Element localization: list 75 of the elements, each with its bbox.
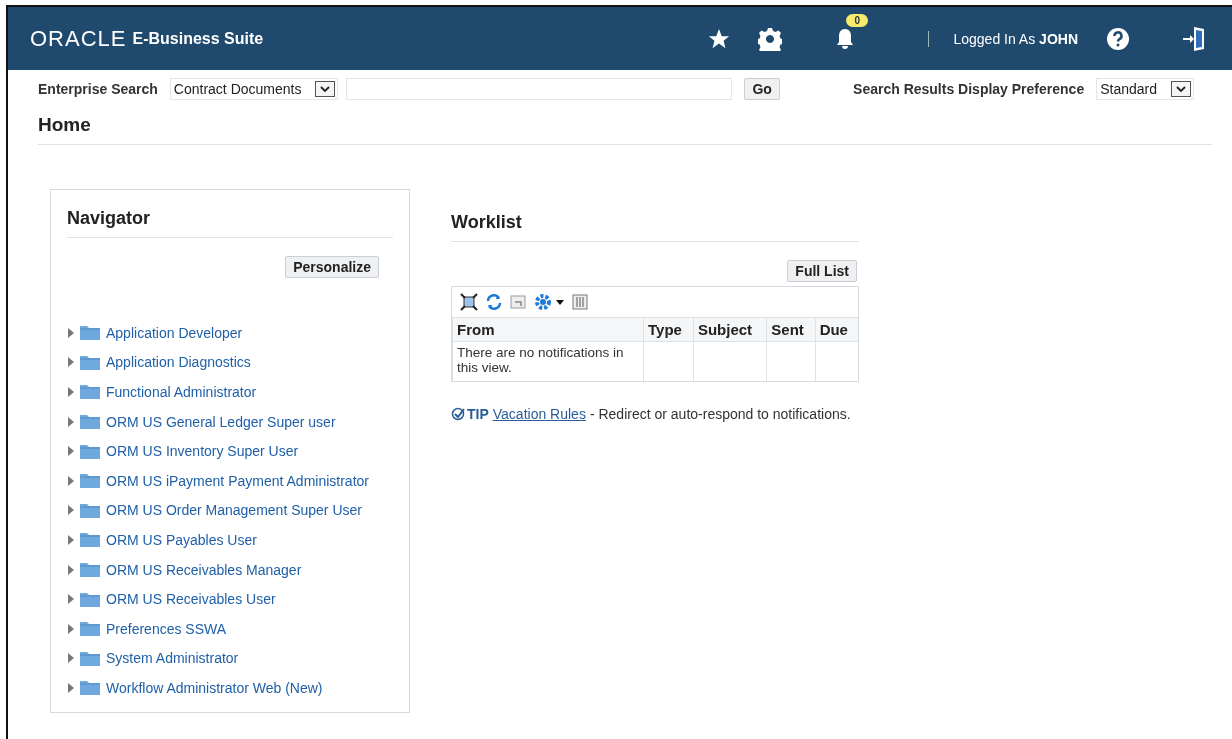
expand-icon[interactable]	[67, 564, 75, 575]
notification-count: 0	[846, 13, 868, 27]
preference-label: Search Results Display Preference	[853, 81, 1085, 97]
column-header: From	[452, 317, 644, 342]
expand-icon[interactable]	[67, 682, 75, 693]
folder-icon	[80, 532, 100, 548]
logo-text: ORACLE	[30, 25, 127, 52]
expand-icon[interactable]	[67, 327, 75, 338]
navigator-link[interactable]: ORM US Receivables Manager	[106, 561, 302, 578]
check-icon	[451, 407, 465, 421]
expand-icon[interactable]	[67, 594, 75, 605]
column-header: Type	[643, 317, 694, 342]
navigator-link[interactable]: Functional Administrator	[106, 384, 257, 400]
expand-icon[interactable]	[67, 446, 75, 457]
expand-icon[interactable]	[67, 357, 75, 368]
go-button[interactable]: Go	[744, 78, 780, 100]
folder-icon	[80, 384, 100, 400]
expand-icon[interactable]	[67, 534, 75, 545]
settings-icon[interactable]	[758, 26, 783, 51]
navigator-link[interactable]: ORM US iPayment Payment Administrator	[106, 472, 369, 489]
expand-icon[interactable]	[67, 475, 75, 486]
expand-icon[interactable]	[67, 623, 75, 634]
search-label: Enterprise Search	[38, 81, 158, 97]
expand-icon[interactable]	[67, 387, 75, 397]
navigator-link[interactable]: ORM US Inventory Super User	[106, 443, 299, 460]
folder-icon	[80, 680, 100, 696]
navigator-link[interactable]: Preferences SSWA	[106, 620, 227, 637]
logout-icon[interactable]	[1182, 25, 1206, 52]
search-field[interactable]	[346, 78, 733, 100]
column-header: Due	[815, 317, 858, 342]
navigator-link[interactable]: ORM US Order Management Super User	[106, 502, 362, 519]
product-name: E-Business Suite	[132, 29, 264, 48]
navigator-link[interactable]: Application Developer	[106, 324, 243, 341]
panel-title: Worklist	[451, 212, 859, 242]
navigator-link[interactable]: ORM US Receivables User	[106, 591, 276, 608]
detach-icon[interactable]	[460, 293, 478, 311]
folder-icon	[80, 591, 100, 607]
folder-icon	[80, 414, 100, 430]
folder-icon	[80, 621, 100, 637]
navigator-link[interactable]: Workflow Administrator Web (New)	[106, 679, 323, 696]
preference-dropdown[interactable]: Standard	[1096, 78, 1194, 100]
folder-icon	[80, 354, 100, 370]
navigator-link[interactable]: ORM US General Ledger Super user	[106, 413, 336, 430]
navigator-link[interactable]: ORM US Payables User	[106, 531, 257, 548]
settings-icon[interactable]	[534, 293, 564, 311]
tip-label: TIP	[467, 406, 489, 422]
empty-message: There are no notifications in this view.	[452, 341, 644, 381]
logged-in-user: Logged In As JOHN	[953, 30, 1078, 47]
expand-icon[interactable]	[67, 505, 75, 516]
folder-icon	[80, 325, 100, 341]
dropdown-caret-icon[interactable]	[315, 81, 336, 97]
tip-text: - Redirect or auto-respond to notifications.	[589, 406, 851, 422]
navigator-link[interactable]: Application Diagnostics	[106, 354, 251, 371]
panel-title: Navigator	[67, 208, 393, 238]
star-icon[interactable]	[708, 27, 731, 50]
folder-icon	[80, 473, 100, 489]
help-icon[interactable]	[1106, 26, 1130, 51]
folder-icon	[80, 443, 100, 459]
full-list-button[interactable]: Full List	[787, 260, 857, 282]
bell-icon[interactable]	[836, 27, 855, 50]
refresh-icon[interactable]	[486, 294, 502, 310]
folder-icon	[80, 562, 100, 578]
folder-icon	[80, 650, 100, 666]
column-header: Sent	[766, 317, 816, 342]
vacation-rules-link[interactable]: Vacation Rules	[492, 406, 586, 422]
navigator-link[interactable]: System Administrator	[106, 650, 239, 667]
column-header: Subject	[693, 317, 767, 342]
reset-icon	[510, 294, 526, 310]
expand-icon[interactable]	[67, 416, 75, 427]
page-title: Home	[38, 114, 1212, 145]
personalize-button[interactable]: Personalize	[285, 256, 379, 278]
dropdown-caret-icon[interactable]	[1171, 81, 1191, 97]
search-category-dropdown[interactable]: Contract Documents	[169, 78, 339, 100]
expand-icon[interactable]	[67, 653, 75, 664]
folder-icon	[80, 502, 100, 518]
